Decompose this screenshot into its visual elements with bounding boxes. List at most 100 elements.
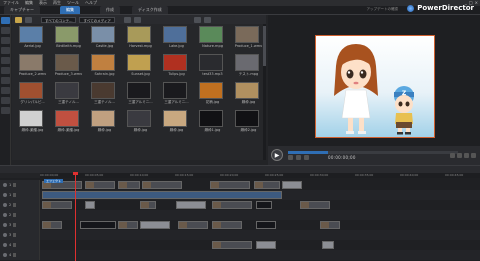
effect-room-icon[interactable] xyxy=(1,27,10,34)
timeline-clip[interactable] xyxy=(42,221,62,229)
track-visibility-icon[interactable] xyxy=(3,213,7,217)
media-item[interactable]: グリンパルピ... xyxy=(16,82,49,110)
search-icon[interactable] xyxy=(203,16,211,23)
timeline-clip[interactable] xyxy=(212,241,252,249)
media-item[interactable]: Produce_3.wmv xyxy=(52,54,85,82)
media-item[interactable]: 縁枠.jpg xyxy=(124,110,157,138)
timeline-clip[interactable] xyxy=(256,221,276,229)
timeline-clip[interactable] xyxy=(85,181,115,189)
timeline-clip[interactable] xyxy=(320,221,340,229)
library-scrollbar[interactable] xyxy=(263,24,266,160)
next-frame-icon[interactable] xyxy=(304,155,309,160)
media-item[interactable]: 縁枠.jpg xyxy=(160,110,193,138)
media-item[interactable]: 三重テノル... xyxy=(52,82,85,110)
timeline-track[interactable]: 1 xyxy=(0,190,480,200)
snapshot-icon[interactable] xyxy=(450,153,455,158)
timeline-clip[interactable] xyxy=(140,201,156,209)
media-item[interactable]: Harvest.mpg xyxy=(124,26,157,54)
undock-icon[interactable] xyxy=(471,153,476,158)
media-item[interactable]: Sunset.jpg xyxy=(124,54,157,82)
timeline-track[interactable]: 3 xyxy=(0,220,480,230)
media-item[interactable]: Tulips.jpg xyxy=(160,54,193,82)
timeline-track[interactable]: 4 xyxy=(0,250,480,260)
media-filter-select[interactable]: すべてのメディア xyxy=(79,16,115,23)
timeline-clip[interactable] xyxy=(80,221,116,229)
track-visibility-icon[interactable] xyxy=(3,183,7,187)
timeline-clip[interactable] xyxy=(212,201,252,209)
timeline-clip[interactable] xyxy=(212,221,242,229)
timeline-clip[interactable] xyxy=(42,191,282,199)
timeline-track[interactable]: 1 xyxy=(0,180,480,190)
media-item[interactable]: 花柄.jpg xyxy=(196,82,229,110)
timeline-clip[interactable] xyxy=(178,221,208,229)
tab-edit[interactable]: 編集 xyxy=(59,6,80,14)
track-visibility-icon[interactable] xyxy=(3,223,7,227)
timeline-track[interactable]: 3 xyxy=(0,230,480,240)
tab-capture[interactable]: キャプチャー xyxy=(4,6,40,14)
media-item[interactable]: 縁枠-楽譜.jpg xyxy=(52,110,85,138)
timeline-track[interactable]: 2 xyxy=(0,210,480,220)
media-item[interactable]: Sahrain.jpg xyxy=(88,54,121,82)
media-item[interactable]: Nature.mpg xyxy=(196,26,229,54)
timeline-clip[interactable] xyxy=(118,181,140,189)
title-room-icon[interactable] xyxy=(1,57,10,64)
track-visibility-icon[interactable] xyxy=(3,203,7,207)
track-visibility-icon[interactable] xyxy=(3,253,7,257)
timeline-track[interactable]: 4 xyxy=(0,240,480,250)
update-link[interactable]: アップデートの確認 xyxy=(367,7,399,12)
tab-disc[interactable]: ディスク作成 xyxy=(131,6,168,14)
media-item[interactable]: 縁枠.jpg xyxy=(88,110,121,138)
transition-room-icon[interactable] xyxy=(1,67,10,74)
media-item[interactable]: Aerial.jpg xyxy=(16,26,49,54)
import-media-icon[interactable] xyxy=(25,16,32,23)
particle-room-icon[interactable] xyxy=(1,47,10,54)
media-item[interactable]: Castle.jpg xyxy=(88,26,121,54)
track-lock-icon[interactable] xyxy=(13,243,17,247)
timeline-clip[interactable] xyxy=(140,221,170,229)
download-icon[interactable] xyxy=(133,16,141,23)
media-item[interactable]: 三重テノル... xyxy=(88,82,121,110)
track-lock-icon[interactable] xyxy=(13,203,17,207)
chapter-room-icon[interactable] xyxy=(1,97,10,104)
timeline-clip[interactable] xyxy=(85,201,95,209)
timeline-clip[interactable] xyxy=(254,181,280,189)
import-folder-icon[interactable] xyxy=(15,16,22,23)
voice-over-room-icon[interactable] xyxy=(1,87,10,94)
audio-mixing-room-icon[interactable] xyxy=(1,77,10,84)
timeline-track[interactable]: 2 xyxy=(0,200,480,210)
plugin-icon[interactable] xyxy=(123,16,131,23)
media-item[interactable]: 縁枠1.jpg xyxy=(196,110,229,138)
pip-room-icon[interactable] xyxy=(1,37,10,44)
timeline-clip[interactable] xyxy=(300,201,330,209)
timeline-clip[interactable] xyxy=(256,241,276,249)
media-item[interactable]: Produce_1.wmv xyxy=(232,26,265,54)
timeline-clip[interactable] xyxy=(118,221,138,229)
track-lock-icon[interactable] xyxy=(13,193,17,197)
media-item[interactable]: Produce_2.wmv xyxy=(16,54,49,82)
close-button[interactable]: × xyxy=(475,0,478,5)
timeline-clip[interactable] xyxy=(176,201,206,209)
media-item[interactable]: テスト.mpg xyxy=(232,54,265,82)
content-filter-select[interactable]: すべてのコンテ... xyxy=(41,16,77,23)
timeline-clip[interactable] xyxy=(210,181,250,189)
stop-icon[interactable] xyxy=(288,155,293,160)
volume-icon[interactable] xyxy=(457,153,462,158)
media-item[interactable]: Lake.jpg xyxy=(160,26,193,54)
media-item[interactable]: test33.mp3 xyxy=(196,54,229,82)
timeline-clip[interactable] xyxy=(256,201,272,209)
fullscreen-icon[interactable] xyxy=(464,153,469,158)
play-button[interactable]: ▶ xyxy=(271,149,283,161)
track-lock-icon[interactable] xyxy=(13,183,17,187)
view-mode-icon[interactable] xyxy=(193,16,201,23)
track-visibility-icon[interactable] xyxy=(3,243,7,247)
media-item[interactable]: 三重アルミニ... xyxy=(124,82,157,110)
media-item[interactable]: 縁枠.jpg xyxy=(232,82,265,110)
library-scroll-thumb[interactable] xyxy=(263,26,266,66)
media-item[interactable]: 縁枠2.jpg xyxy=(232,110,265,138)
track-visibility-icon[interactable] xyxy=(3,193,7,197)
track-lock-icon[interactable] xyxy=(13,213,17,217)
track-visibility-icon[interactable] xyxy=(3,233,7,237)
timeline-clip[interactable] xyxy=(282,181,302,189)
subtitle-room-icon[interactable] xyxy=(1,107,10,114)
media-room-icon[interactable] xyxy=(1,17,10,24)
